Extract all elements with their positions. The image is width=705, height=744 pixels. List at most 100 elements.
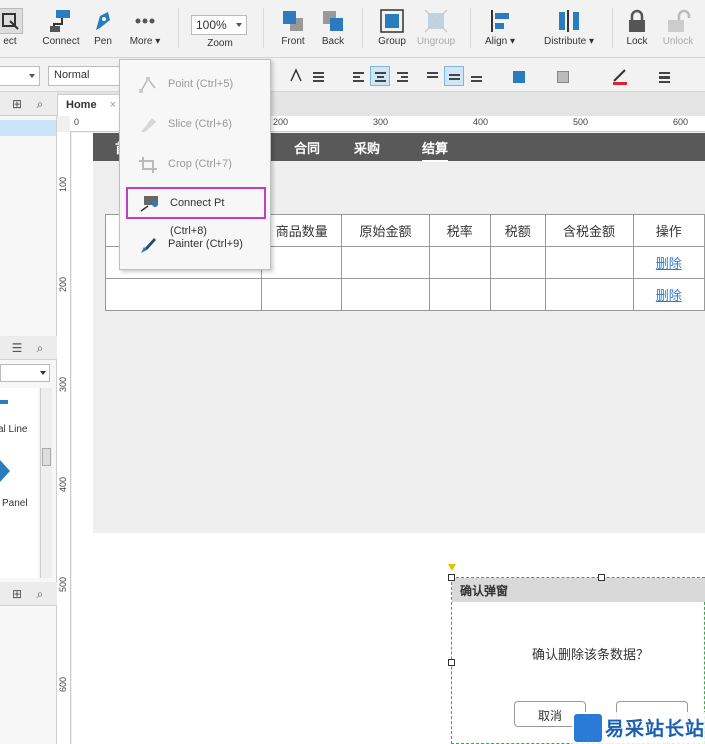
align-middle-button[interactable] <box>444 66 464 86</box>
menu-item-painter[interactable]: Painter (Ctrl+9) <box>126 228 266 260</box>
menu-icon[interactable]: ☰ <box>10 341 24 355</box>
ungroup-button[interactable]: Ungroup <box>414 4 458 54</box>
resize-handle[interactable] <box>448 574 455 581</box>
connect-button[interactable]: Connect <box>40 4 82 54</box>
font-family-select[interactable] <box>0 66 40 86</box>
menu-item-slice[interactable]: Slice (Ctrl+6) <box>126 108 266 140</box>
line-weight-icon <box>659 72 670 85</box>
table-header: 商品数量 <box>261 214 343 247</box>
ruler-label: 500 <box>58 576 68 592</box>
pen-button[interactable]: Pen <box>88 4 118 54</box>
lock-button[interactable]: Lock <box>620 4 654 54</box>
align-bottom-button[interactable] <box>466 66 486 86</box>
nav-item-settlement[interactable]: 结算 <box>422 138 449 162</box>
align-left-text-button[interactable] <box>348 66 368 86</box>
nav-item-contract[interactable]: 合同 <box>294 138 320 157</box>
widget-library-select[interactable] <box>0 364 50 382</box>
slice-icon <box>138 115 158 133</box>
list-icon <box>313 72 324 84</box>
toolbar-divider <box>362 8 363 48</box>
ruler-label: 600 <box>58 676 68 692</box>
bring-front-button[interactable]: Front <box>274 4 312 54</box>
align-left-text-icon <box>353 72 364 84</box>
resize-handle[interactable] <box>598 574 605 581</box>
delete-link[interactable]: 删除 <box>632 278 705 311</box>
menu-item-connect-pt[interactable]: Connect Pt (Ctrl+8) <box>126 187 266 237</box>
toolbar-divider <box>263 8 264 48</box>
align-top-button[interactable] <box>422 66 442 86</box>
search-icon[interactable]: ⌕ <box>33 97 47 111</box>
table-header: 含税金额 <box>544 214 634 247</box>
shadow-icon <box>557 71 569 83</box>
align-right-text-button[interactable] <box>392 66 412 86</box>
table-cell <box>544 246 634 279</box>
line-color-button[interactable] <box>610 66 646 86</box>
style-select[interactable]: Normal <box>48 66 124 86</box>
resize-handle[interactable] <box>448 659 455 666</box>
table-cell <box>489 246 546 279</box>
line-color-icon <box>613 69 627 85</box>
group-button[interactable]: Group <box>372 4 412 54</box>
crop-icon <box>138 155 158 173</box>
pages-panel-header: ⊞ ⌕ <box>0 92 57 116</box>
align-button[interactable]: Align ▾ <box>480 4 520 54</box>
line-widget-icon <box>0 400 8 404</box>
line-weight-button[interactable] <box>654 66 690 86</box>
tab-home[interactable]: Home × <box>57 94 123 116</box>
panel-widget-icon <box>0 460 10 482</box>
connect-icon <box>48 8 74 34</box>
table-header: 税额 <box>489 214 546 247</box>
site-logo-icon <box>574 714 602 742</box>
toolbar-divider <box>470 8 471 48</box>
more-button[interactable]: More ▾ <box>126 4 164 54</box>
widget-label[interactable]: al Line <box>0 424 27 435</box>
nav-item-purchase[interactable]: 采购 <box>354 138 380 157</box>
delete-link[interactable]: 删除 <box>632 246 705 279</box>
distribute-button[interactable]: Distribute ▾ <box>540 4 598 54</box>
connect-point-icon <box>140 194 160 212</box>
unlock-icon <box>665 8 691 34</box>
toolbar-divider <box>612 8 613 48</box>
select-button[interactable]: ect <box>0 4 30 54</box>
close-icon[interactable]: × <box>110 99 116 111</box>
dialog-title: 确认弹窗 <box>452 578 705 602</box>
fill-color-button[interactable] <box>508 66 544 86</box>
chevron-down-icon <box>29 74 35 78</box>
ruler-label: 300 <box>58 376 68 392</box>
ruler-label: 400 <box>473 117 489 127</box>
ruler-label: 400 <box>58 476 68 492</box>
ruler-label: 600 <box>673 117 689 127</box>
left-panel: ⊞ ⌕ ☰ ⌕ al Line Panel ⊞ ⌕ <box>0 92 57 744</box>
align-center-text-icon <box>375 72 386 84</box>
toolbar-divider <box>178 8 179 48</box>
scrollbar-thumb[interactable] <box>42 448 51 466</box>
add-master-icon[interactable]: ⊞ <box>10 587 24 601</box>
rotate-handle-icon[interactable] <box>448 564 456 571</box>
table-cell <box>341 278 430 311</box>
ruler-label: 200 <box>273 117 289 127</box>
widget-scrollbar[interactable] <box>40 388 52 578</box>
widget-list: al Line Panel <box>0 388 38 578</box>
shadow-button[interactable] <box>552 66 588 86</box>
align-center-text-button[interactable] <box>370 66 390 86</box>
main-toolbar: ect Connect Pen More ▾ 100% Zoom Front B… <box>0 0 705 58</box>
zoom-select[interactable]: 100% <box>191 15 247 35</box>
bullet-list-button[interactable] <box>308 66 328 86</box>
widget-label[interactable]: Panel <box>2 498 28 509</box>
selected-page-row[interactable] <box>0 120 56 136</box>
menu-item-crop[interactable]: Crop (Ctrl+7) <box>126 148 266 180</box>
menu-item-point[interactable]: Point (Ctrl+5) <box>126 68 266 100</box>
ruler-label: 100 <box>58 176 68 192</box>
table-header: 税率 <box>428 214 491 247</box>
send-back-button[interactable]: Back <box>314 4 352 54</box>
point-icon <box>138 75 158 93</box>
search-icon[interactable]: ⌕ <box>33 587 47 601</box>
group-icon <box>379 8 405 34</box>
more-menu: Point (Ctrl+5) Slice (Ctrl+6) Crop (Ctrl… <box>119 59 271 270</box>
unlock-button[interactable]: Unlock <box>660 4 696 54</box>
add-page-icon[interactable]: ⊞ <box>10 97 24 111</box>
search-icon[interactable]: ⌕ <box>33 341 47 355</box>
table-cell <box>104 278 263 311</box>
ruler-label: 500 <box>573 117 589 127</box>
font-color-button[interactable] <box>286 66 306 86</box>
